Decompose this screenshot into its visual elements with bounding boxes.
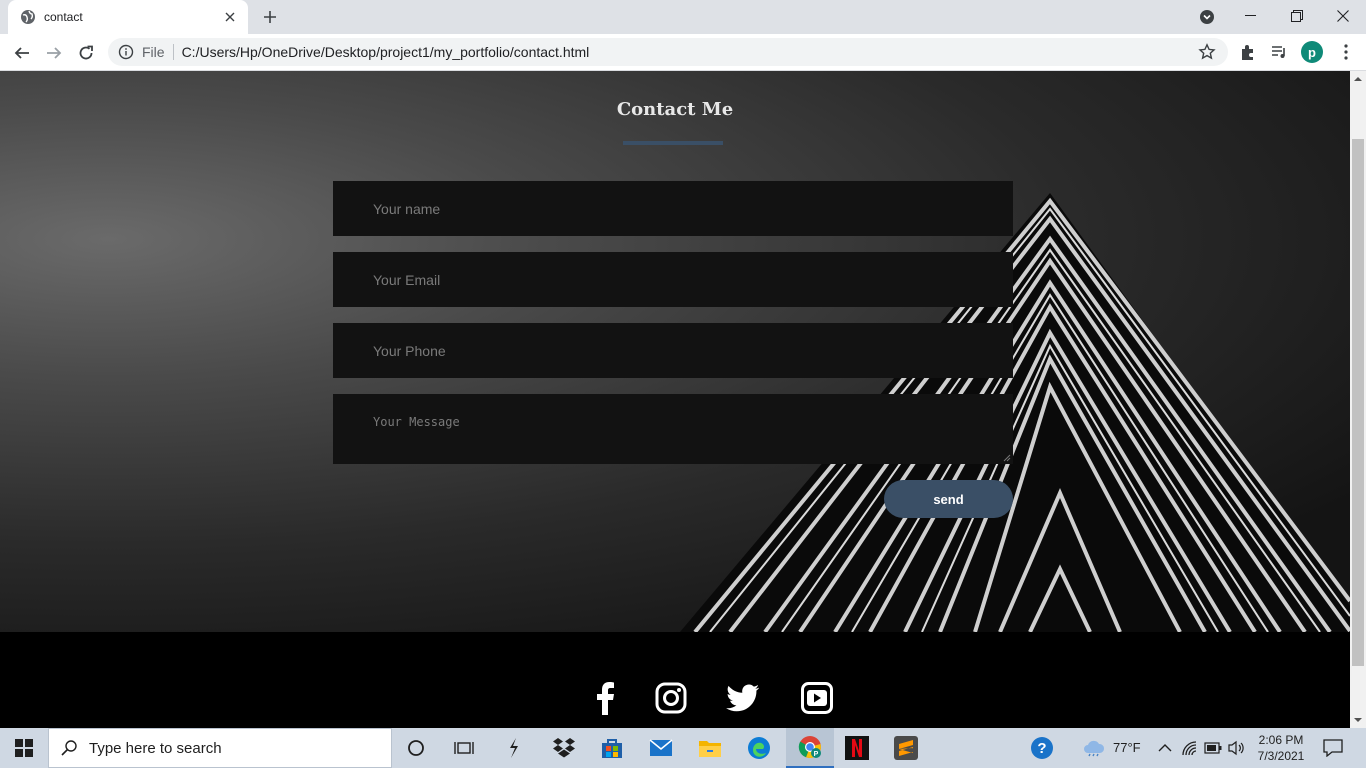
omnibox-separator xyxy=(172,44,174,60)
scroll-up-arrow-icon[interactable] xyxy=(1354,75,1362,83)
close-window-button[interactable] xyxy=(1320,0,1366,32)
name-placeholder: Your name xyxy=(373,200,441,217)
start-button[interactable] xyxy=(0,728,48,768)
footer xyxy=(0,632,1350,728)
back-button[interactable] xyxy=(9,40,35,66)
mail-icon[interactable] xyxy=(637,728,685,768)
clock[interactable]: 2:06 PM 7/3/2021 xyxy=(1255,732,1307,764)
battery-icon[interactable] xyxy=(1203,738,1223,758)
windows-taskbar: Type here to search P ? 77°F 2:06 PM 7/3… xyxy=(0,728,1366,768)
wifi-icon[interactable] xyxy=(1180,738,1200,758)
edge-icon[interactable] xyxy=(735,728,783,768)
youtube-icon[interactable] xyxy=(800,681,834,715)
svg-text:P: P xyxy=(814,751,819,758)
resize-handle-icon[interactable] xyxy=(1003,454,1011,462)
email-placeholder: Your Email xyxy=(373,271,441,288)
tab-contact[interactable]: contact xyxy=(8,0,248,34)
facebook-icon[interactable] xyxy=(588,681,622,715)
notifications-icon[interactable] xyxy=(1322,738,1344,758)
contact-section: Contact Me Your name Your Email Your Pho… xyxy=(0,71,1350,632)
sublime-text-icon[interactable] xyxy=(882,728,930,768)
weather-temperature: 77°F xyxy=(1113,740,1141,755)
email-field[interactable]: Your Email xyxy=(333,252,1013,307)
scheme-label: File xyxy=(142,44,165,60)
name-field[interactable]: Your name xyxy=(333,181,1013,236)
address-bar[interactable]: File C:/Users/Hp/OneDrive/Desktop/projec… xyxy=(108,38,1228,66)
info-icon[interactable] xyxy=(118,44,134,60)
file-explorer-icon[interactable] xyxy=(686,728,734,768)
store-icon[interactable] xyxy=(588,728,636,768)
twitter-icon[interactable] xyxy=(726,681,760,715)
weather-cloud-icon[interactable] xyxy=(1082,738,1106,758)
globe-icon xyxy=(20,9,36,25)
netflix-icon[interactable] xyxy=(833,728,881,768)
tab-title: contact xyxy=(44,10,83,24)
profile-avatar[interactable]: p xyxy=(1301,41,1323,63)
browser-toolbar: File C:/Users/Hp/OneDrive/Desktop/projec… xyxy=(0,34,1366,71)
url-text[interactable]: C:/Users/Hp/OneDrive/Desktop/project1/my… xyxy=(182,44,1198,60)
extensions-icon[interactable] xyxy=(1238,42,1258,62)
chrome-icon[interactable]: P xyxy=(786,728,834,768)
tab-strip: contact xyxy=(0,0,1366,34)
help-icon[interactable]: ? xyxy=(1030,736,1054,760)
forward-button[interactable] xyxy=(41,40,67,66)
volume-icon[interactable] xyxy=(1226,738,1246,758)
svg-text:?: ? xyxy=(1037,740,1046,757)
clock-date: 7/3/2021 xyxy=(1257,749,1305,763)
page-scrollbar[interactable] xyxy=(1350,71,1366,728)
message-textarea[interactable]: Your Message xyxy=(333,394,1013,464)
search-icon xyxy=(61,740,77,756)
restore-button[interactable] xyxy=(1274,0,1320,32)
taskbar-search-box[interactable]: Type here to search xyxy=(48,728,392,768)
phone-placeholder: Your Phone xyxy=(373,342,446,359)
app-s-icon[interactable] xyxy=(490,728,538,768)
reload-button[interactable] xyxy=(73,40,99,66)
search-placeholder: Type here to search xyxy=(89,739,222,757)
bookmark-star-icon[interactable] xyxy=(1198,43,1216,61)
cortana-icon[interactable] xyxy=(392,728,440,768)
scroll-thumb[interactable] xyxy=(1352,139,1364,666)
clock-time: 2:06 PM xyxy=(1258,733,1304,747)
page-title: Contact Me xyxy=(616,99,734,120)
tab-search-icon[interactable] xyxy=(1198,8,1216,26)
send-button[interactable]: send xyxy=(884,480,1013,518)
heading-underline xyxy=(623,141,723,145)
chevron-up-icon[interactable] xyxy=(1155,738,1175,758)
minimize-button[interactable] xyxy=(1228,0,1274,32)
page-viewport: Contact Me Your name Your Email Your Pho… xyxy=(0,71,1350,728)
instagram-icon[interactable] xyxy=(654,681,688,715)
menu-kebab-icon[interactable] xyxy=(1336,42,1356,62)
message-placeholder: Your Message xyxy=(373,415,460,429)
dropbox-icon[interactable] xyxy=(540,728,588,768)
scroll-down-arrow-icon[interactable] xyxy=(1354,716,1362,724)
task-view-icon[interactable] xyxy=(440,728,488,768)
media-controls-icon[interactable] xyxy=(1269,42,1289,62)
phone-field[interactable]: Your Phone xyxy=(333,323,1013,378)
close-tab-icon[interactable] xyxy=(222,9,238,25)
new-tab-button[interactable] xyxy=(258,6,282,28)
